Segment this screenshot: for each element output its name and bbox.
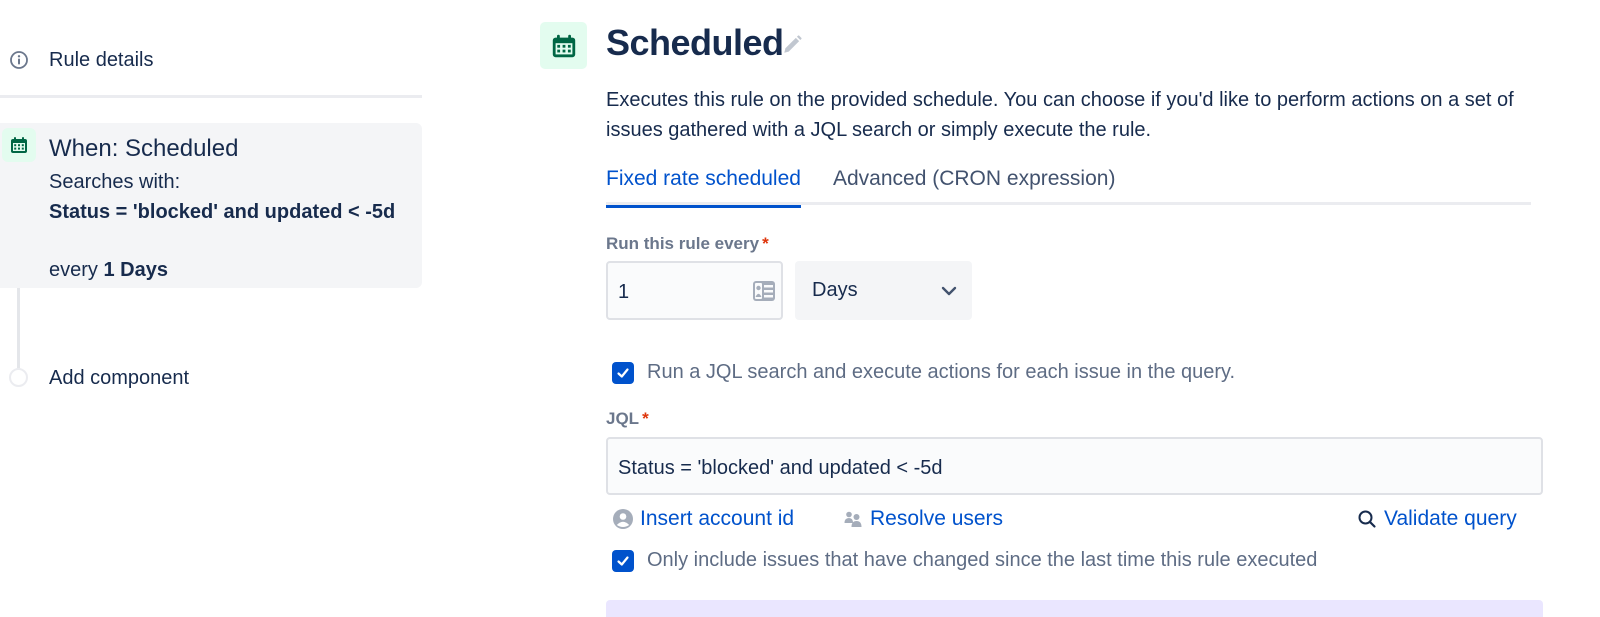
- insert-account-id-label: Insert account id: [640, 507, 795, 530]
- component-config-panel: Scheduled Executes this rule on the prov…: [540, 0, 1600, 617]
- checkmark-icon: [617, 555, 629, 566]
- trigger-frequency-prefix: every: [49, 259, 98, 281]
- chevron-down-icon: [941, 286, 957, 296]
- trigger-frequency-value: 1 Days: [103, 259, 168, 281]
- insert-account-id-link[interactable]: Insert account id: [612, 507, 794, 531]
- resolve-users-label: Resolve users: [870, 507, 1004, 530]
- timeline-node-icon: [9, 368, 28, 387]
- trigger-icon-container: [2, 128, 36, 162]
- only-changed-checkbox-label: Only include issues that have changed si…: [647, 549, 1318, 571]
- run-every-label-text: Run this rule every: [606, 234, 760, 253]
- rule-sidebar: Rule details When: Scheduled Searches wi…: [0, 0, 422, 617]
- add-component-button[interactable]: Add component: [0, 364, 422, 394]
- run-every-unit-value: Days: [812, 279, 858, 301]
- required-indicator: *: [642, 409, 649, 428]
- calendar-icon: [11, 137, 27, 153]
- info-icon: [10, 51, 28, 69]
- jql-label-text: JQL: [606, 409, 640, 428]
- pencil-icon[interactable]: [781, 34, 803, 56]
- resolve-users-link[interactable]: Resolve users: [842, 507, 1003, 531]
- search-icon: [1358, 510, 1376, 528]
- run-every-interval-input[interactable]: 1: [606, 261, 783, 320]
- validate-query-link[interactable]: Validate query: [1356, 507, 1517, 531]
- component-description: Executes this rule on the provided sched…: [606, 89, 1514, 141]
- sidebar-item-rule-details[interactable]: Rule details: [0, 40, 422, 80]
- sidebar-item-label: Rule details: [49, 49, 154, 71]
- header-icon-container: [540, 22, 587, 69]
- trigger-subtitle: Searches with:: [49, 171, 181, 193]
- jql-input[interactable]: Status = 'blocked' and updated < -5d: [606, 437, 1543, 495]
- user-avatar-icon: [613, 509, 633, 529]
- contact-card-icon[interactable]: [752, 280, 776, 302]
- schedule-tabs: Fixed rate scheduled Advanced (CRON expr…: [606, 165, 1531, 208]
- jql-search-checkbox-label: Run a JQL search and execute actions for…: [647, 361, 1236, 383]
- jql-input-value: Status = 'blocked' and updated < -5d: [618, 457, 943, 479]
- trigger-frequency: every 1 Days: [49, 259, 168, 282]
- info-panel-partial: [606, 600, 1543, 617]
- calendar-icon: [552, 34, 575, 57]
- jql-label: JQL *: [606, 409, 649, 429]
- tab-fixed-rate[interactable]: Fixed rate scheduled: [606, 167, 801, 208]
- add-component-label: Add component: [49, 367, 190, 389]
- run-every-unit-select[interactable]: Days: [795, 261, 972, 320]
- page-title: Scheduled: [606, 22, 784, 63]
- validate-query-label: Validate query: [1384, 507, 1517, 530]
- sidebar-item-trigger-scheduled[interactable]: When: Scheduled Searches with: Status = …: [0, 123, 422, 288]
- run-every-label: Run this rule every *: [606, 234, 769, 254]
- people-icon: [844, 511, 862, 527]
- only-changed-checkbox[interactable]: [612, 549, 634, 572]
- trigger-jql-summary: Status = 'blocked' and updated < -5d: [49, 201, 396, 223]
- checkmark-icon: [617, 367, 629, 378]
- run-every-interval-value: 1: [618, 281, 630, 303]
- trigger-title: When: Scheduled: [49, 135, 239, 162]
- sidebar-divider: [0, 95, 422, 98]
- jql-search-checkbox-row[interactable]: Run a JQL search and execute actions for…: [612, 361, 1235, 384]
- only-changed-checkbox-row[interactable]: Only include issues that have changed si…: [612, 549, 1317, 572]
- jql-search-checkbox[interactable]: [612, 361, 634, 384]
- required-indicator: *: [762, 234, 769, 253]
- tab-advanced-cron[interactable]: Advanced (CRON expression): [833, 167, 1115, 205]
